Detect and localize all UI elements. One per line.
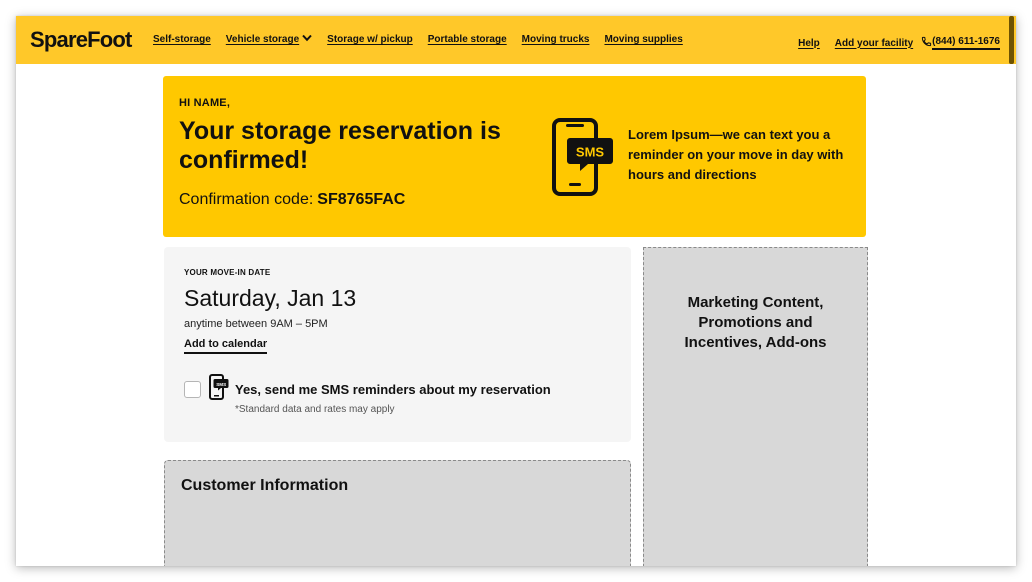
nav-self-storage[interactable]: Self-storage (153, 34, 211, 45)
marketing-placeholder: Marketing Content, Promotions and Incent… (643, 247, 868, 566)
move-in-card: YOUR MOVE-IN DATE Saturday, Jan 13 anyti… (164, 247, 631, 442)
scrollbar-thumb[interactable] (1009, 16, 1014, 64)
confirmation-code-label: Confirmation code: (179, 191, 314, 208)
sms-phone-small-icon: SMS (209, 374, 229, 405)
confirmation-code: SF8765FAC (317, 191, 406, 208)
phone-link-wrap[interactable]: (844) 611-1676 (921, 34, 1000, 52)
marketing-placeholder-text: Marketing Content, Promotions and Incent… (684, 294, 827, 351)
main-nav: Self-storage Vehicle storage Storage w/ … (153, 34, 698, 45)
move-in-date: Saturday, Jan 13 (184, 285, 357, 311)
sms-promo-text: Lorem Ipsum—we can text you a reminder o… (628, 127, 844, 182)
header-utility-links: Help Add your facility (844) 611-1676 (783, 34, 1000, 52)
customer-information-section: Customer Information (164, 460, 631, 566)
sms-phone-icon: SMS (552, 118, 614, 203)
top-navigation-bar: SpareFoot Self-storage Vehicle storage S… (16, 16, 1016, 64)
phone-icon (921, 34, 932, 52)
add-facility-link[interactable]: Add your facility (835, 38, 913, 49)
help-link[interactable]: Help (798, 38, 820, 49)
nav-storage-with-pickup[interactable]: Storage w/ pickup (327, 34, 413, 45)
nav-vehicle-storage-label: Vehicle storage (225, 34, 300, 45)
sms-disclaimer: *Standard data and rates may apply (235, 404, 395, 415)
sms-optin-row: SMS Yes, send me SMS reminders about my … (184, 374, 551, 405)
nav-moving-trucks[interactable]: Moving trucks (522, 34, 590, 45)
confirmation-code-line: Confirmation code: SF8765FAC (179, 191, 405, 209)
nav-self-storage-label: Self-storage (153, 34, 211, 45)
customer-information-title: Customer Information (181, 477, 349, 494)
nav-moving-supplies-label: Moving supplies (604, 34, 683, 45)
browser-viewport: SpareFoot Self-storage Vehicle storage S… (16, 16, 1016, 566)
move-in-time-window: anytime between 9AM – 5PM (184, 318, 328, 330)
greeting: HI NAME, (179, 97, 231, 109)
sparefoot-logo[interactable]: SpareFoot (30, 27, 132, 53)
move-in-label: YOUR MOVE-IN DATE (184, 268, 271, 277)
nav-portable-storage-label: Portable storage (427, 34, 507, 45)
nav-portable-storage[interactable]: Portable storage (428, 34, 507, 45)
sms-bubble-text: SMS (576, 145, 605, 160)
confirmation-headline: Your storage reservation is confirmed! (179, 117, 501, 174)
phone-number-link[interactable]: (844) 611-1676 (932, 36, 1000, 50)
nav-storage-with-pickup-label: Storage w/ pickup (327, 34, 413, 45)
add-to-calendar-link[interactable]: Add to calendar (184, 338, 268, 354)
chevron-down-icon (302, 34, 312, 45)
nav-moving-trucks-label: Moving trucks (521, 34, 590, 45)
sms-optin-label[interactable]: Yes, send me SMS reminders about my rese… (235, 382, 551, 397)
sms-mini-bubble-text: SMS (216, 382, 226, 387)
nav-moving-supplies[interactable]: Moving supplies (604, 34, 682, 45)
nav-vehicle-storage[interactable]: Vehicle storage (226, 34, 312, 45)
confirmation-banner: HI NAME, Your storage reservation is con… (163, 76, 866, 237)
sms-optin-checkbox[interactable] (184, 381, 201, 398)
